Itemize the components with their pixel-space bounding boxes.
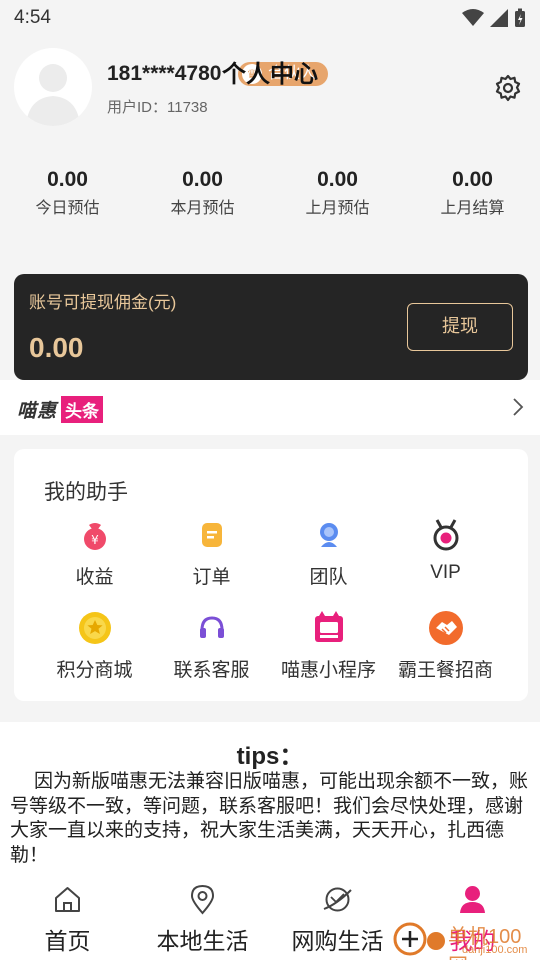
commission-label: 账号可提现佣金(元) [29, 293, 177, 312]
tab-label: 首页 [44, 928, 91, 954]
points-coin-icon [79, 612, 111, 644]
signal-icon [490, 9, 508, 27]
tab-local-life[interactable]: 本地生活 [135, 880, 270, 960]
tab-label: 网购生活 [291, 928, 384, 954]
assistant-item-vip[interactable]: VIP [387, 517, 504, 597]
stat-last-month[interactable]: 0.00 上月预估 [270, 168, 405, 218]
stat-value: 0.00 [317, 168, 358, 191]
news-logo: 喵惠 头条 [17, 396, 104, 423]
tab-label: 本地生活 [156, 928, 249, 954]
commission-amount: 0.00 [29, 332, 84, 363]
stat-last-month-settled[interactable]: 0.00 上月结算 [405, 168, 540, 218]
role-badge-label: 合伙人 [268, 65, 317, 82]
tips-title: tips： [236, 743, 304, 770]
team-icon [320, 523, 338, 547]
stat-label: 上月结算 [440, 200, 505, 217]
tab-label: 我的 [449, 928, 496, 954]
wifi-icon [462, 9, 484, 26]
tab-mine[interactable]: 我的 [405, 880, 540, 960]
stat-label: 本月预估 [170, 200, 235, 217]
stat-value: 0.00 [452, 168, 493, 191]
battery-icon [515, 8, 525, 27]
tab-online-shopping[interactable]: 网购生活 [270, 880, 405, 960]
assistant-item-label: 联系客服 [173, 660, 250, 681]
settings-gear-icon[interactable] [494, 74, 522, 102]
money-bag-icon: ¥ [84, 523, 106, 550]
assistant-item-earnings[interactable]: ¥ 收益 [36, 517, 153, 597]
tips-section: tips： 因为新版喵惠无法兼容旧版喵惠，可能出现余额不一致，账号等级不一致，等… [0, 722, 540, 880]
handshake-icon [429, 611, 463, 645]
assistant-item-label: 喵惠小程序 [280, 660, 376, 681]
status-icons [462, 8, 526, 28]
news-headline-bar[interactable]: 喵惠 头条 [0, 380, 540, 435]
assistant-item-orders[interactable]: 订单 [153, 517, 270, 597]
home-icon [55, 887, 80, 912]
assistant-item-team[interactable]: 团队 [270, 517, 387, 597]
chevron-right-icon [513, 398, 524, 416]
role-badge: ♛ 合伙人 [238, 62, 329, 86]
user-phone: 181****4780 [107, 62, 222, 85]
bottom-tab-bar: 首页 本地生活 网购生活 我的 [0, 880, 540, 960]
crown-icon: ♛ [242, 64, 262, 84]
vip-medal-icon [433, 519, 459, 551]
status-time: 4:54 [14, 7, 51, 28]
headset-icon [200, 616, 224, 638]
stat-today[interactable]: 0.00 今日预估 [0, 168, 135, 218]
stat-label: 上月预估 [305, 200, 370, 217]
tips-text: 因为新版喵惠无法兼容旧版喵惠，可能出现余额不一致，账号等级不一致，等问题，联系客… [10, 771, 529, 866]
assistant-item-points-mall[interactable]: 积分商城 [36, 610, 153, 690]
user-id: 用户ID：11738 [107, 99, 208, 116]
assistant-item-label: VIP [430, 562, 461, 583]
avatar[interactable] [14, 48, 92, 126]
stat-label: 今日预估 [35, 200, 100, 217]
stat-value: 0.00 [47, 168, 88, 191]
planet-icon [323, 887, 352, 912]
user-icon [460, 886, 485, 913]
svg-text:¥: ¥ [91, 533, 99, 547]
news-brand: 喵惠 [17, 401, 58, 422]
order-icon [202, 523, 222, 547]
mini-program-icon [315, 611, 343, 642]
assistant-item-label: 霸王餐招商 [397, 660, 493, 681]
assistant-item-label: 积分商城 [56, 660, 133, 681]
withdraw-button[interactable]: 提现 [407, 303, 513, 351]
earnings-stats: 0.00 今日预估 0.00 本月预估 0.00 上月预估 0.00 上月结算 [0, 168, 540, 218]
assistant-item-customer-service[interactable]: 联系客服 [153, 610, 270, 690]
profile-header: 181****4780 ♛ 合伙人 个人中心 用户ID：11738 [0, 36, 540, 146]
assistant-item-mini-program[interactable]: 喵惠小程序 [270, 610, 387, 690]
default-avatar-icon [26, 64, 80, 126]
stat-this-month[interactable]: 0.00 本月预估 [135, 168, 270, 218]
stat-value: 0.00 [182, 168, 223, 191]
commission-card: 账号可提现佣金(元) 0.00 提现 [14, 274, 528, 380]
assistant-item-merchant-recruit[interactable]: 霸王餐招商 [387, 610, 504, 690]
assistant-title: 我的助手 [44, 481, 128, 504]
tab-home[interactable]: 首页 [0, 880, 135, 960]
status-bar: 4:54 [0, 0, 540, 36]
assistant-item-label: 订单 [192, 567, 231, 588]
news-tag: 头条 [61, 396, 104, 423]
assistant-item-label: 收益 [75, 567, 114, 588]
location-pin-icon [190, 884, 215, 915]
assistant-item-label: 团队 [309, 567, 348, 588]
my-assistant-panel: 我的助手 ¥ 收益 订单 团队 VIP 积分商城 联系客服 喵惠小程序 霸王餐招… [14, 449, 528, 701]
